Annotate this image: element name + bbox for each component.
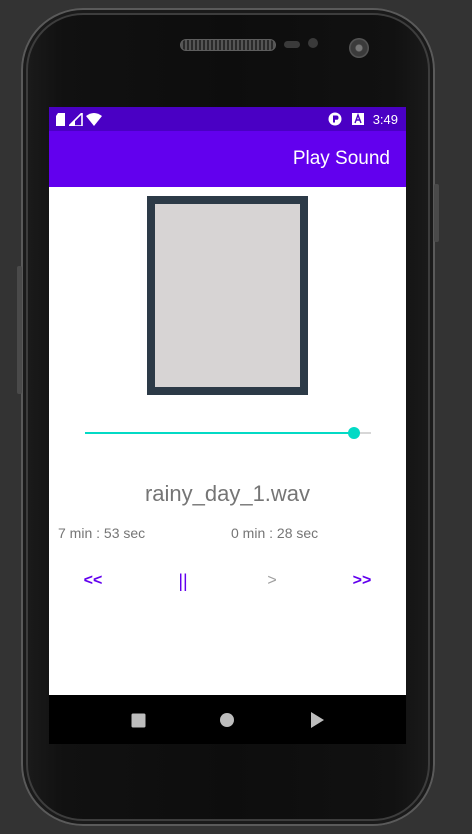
track-name: rainy_day_1.wav (144, 481, 311, 506)
home-icon (220, 713, 234, 727)
phone-screen: 3:49 Play Sound rainy_day_1.wav 7 min : … (49, 107, 406, 744)
front-camera (349, 38, 369, 58)
back-icon (311, 712, 324, 728)
light-sensor (308, 38, 318, 48)
pause-button[interactable]: || (165, 569, 201, 593)
total-duration: 7 min : 53 sec (58, 525, 146, 541)
album-artwork (147, 196, 308, 395)
wifi-icon (86, 112, 102, 126)
rewind-button[interactable]: << (75, 569, 111, 593)
status-time: 3:49 (372, 111, 398, 127)
recents-icon (131, 713, 145, 727)
fast-forward-button[interactable]: >> (344, 569, 380, 593)
recents-button[interactable] (129, 711, 147, 729)
seek-progress (85, 432, 354, 434)
earpiece-speaker (180, 39, 276, 51)
status-right-icons: 3:49 (328, 111, 398, 127)
signal-icon (69, 112, 83, 126)
home-button[interactable] (218, 711, 236, 729)
current-position: 0 min : 28 sec (231, 525, 319, 541)
sd-card-icon (56, 112, 65, 126)
app-bar: Play Sound (49, 131, 406, 187)
play-button[interactable]: > (254, 569, 290, 593)
volume-button (17, 266, 22, 394)
seek-bar[interactable] (85, 421, 371, 445)
page-title: Play Sound (292, 148, 390, 169)
power-button (434, 184, 439, 242)
status-bar: 3:49 (49, 107, 406, 131)
seek-thumb[interactable] (347, 427, 360, 439)
status-left-icons (56, 112, 102, 126)
keyboard-a-icon (351, 113, 364, 125)
proximity-sensor (284, 41, 300, 48)
back-button[interactable] (308, 711, 326, 729)
play-protect-icon (328, 112, 342, 126)
navigation-bar (49, 695, 406, 744)
